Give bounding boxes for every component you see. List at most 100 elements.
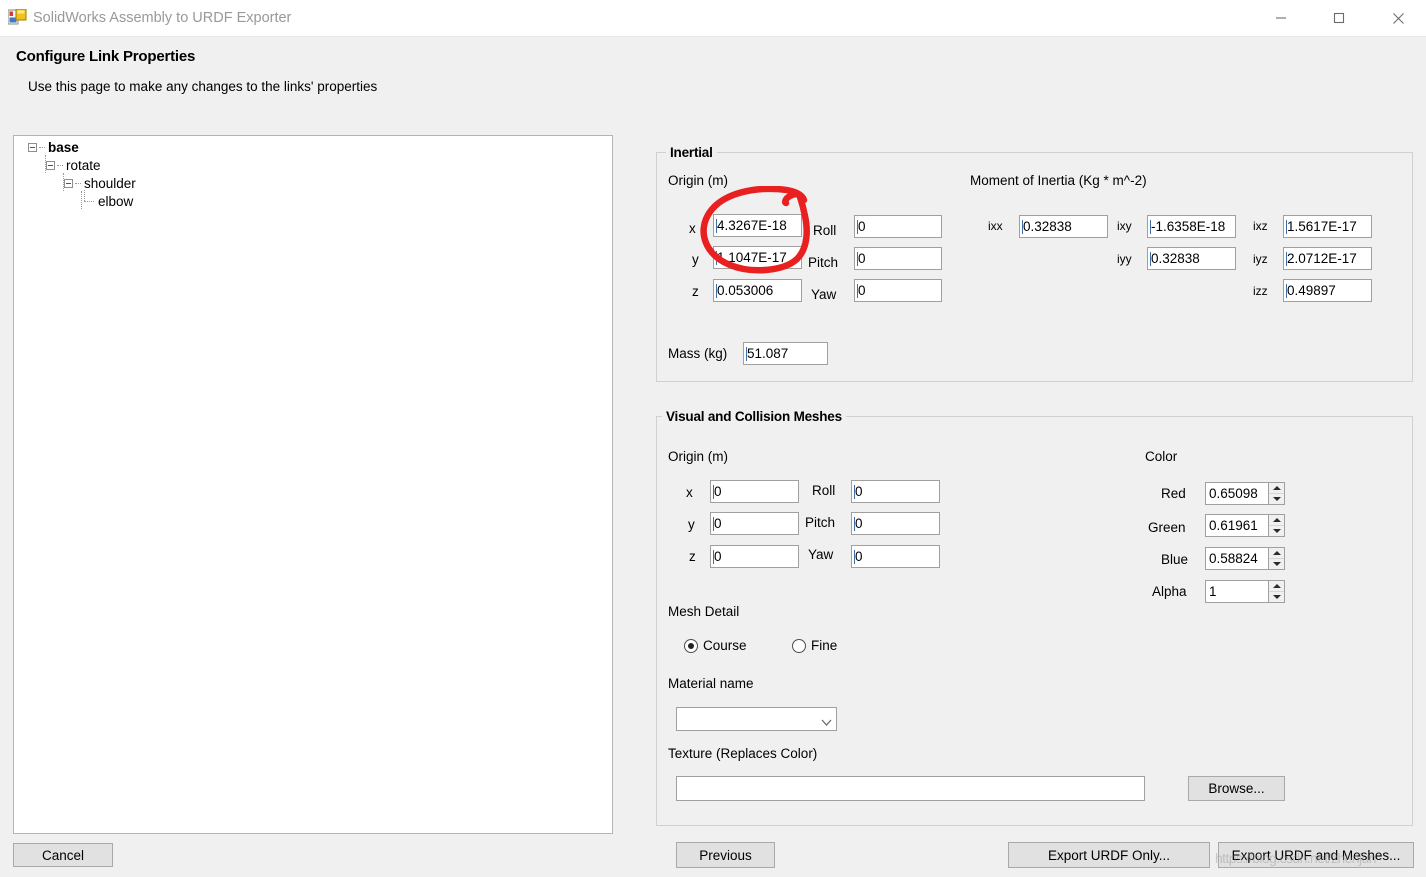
- inertial-z-label: z: [692, 284, 699, 299]
- ixz-label: ixz: [1253, 219, 1268, 233]
- tree-item-rotate[interactable]: rotate: [46, 156, 101, 174]
- window-titlebar: SolidWorks Assembly to URDF Exporter: [0, 0, 1426, 37]
- inertial-pitch-input[interactable]: 0: [854, 247, 942, 270]
- radio-course-icon[interactable]: [684, 639, 698, 653]
- previous-button[interactable]: Previous: [676, 842, 775, 868]
- page-title: Configure Link Properties: [16, 48, 195, 65]
- inertial-y-input[interactable]: 1.1047E-17: [713, 246, 802, 269]
- tree-item-label: elbow: [97, 194, 133, 209]
- export-urdf-and-meshes-button[interactable]: Export URDF and Meshes...: [1218, 842, 1414, 868]
- mesh-y-input[interactable]: 0: [710, 512, 799, 535]
- export-urdf-only-button[interactable]: Export URDF Only...: [1008, 842, 1210, 868]
- collapse-toggle-icon[interactable]: [46, 161, 55, 170]
- alpha-spinner-down[interactable]: [1269, 592, 1284, 603]
- meshes-groupbox: [656, 416, 1413, 826]
- material-name-combobox[interactable]: [676, 707, 837, 731]
- alpha-spinner[interactable]: 1: [1205, 580, 1285, 603]
- texture-path-input[interactable]: [676, 776, 1145, 801]
- texture-label: Texture (Replaces Color): [668, 746, 817, 761]
- window-title: SolidWorks Assembly to URDF Exporter: [33, 10, 291, 26]
- cancel-button[interactable]: Cancel: [13, 843, 113, 867]
- red-label: Red: [1161, 486, 1186, 501]
- inertial-pitch-label: Pitch: [808, 255, 838, 270]
- blue-spinner[interactable]: 0.58824: [1205, 547, 1285, 570]
- green-spinner[interactable]: 0.61961: [1205, 514, 1285, 537]
- mesh-z-input[interactable]: 0: [710, 545, 799, 568]
- inertial-roll-input[interactable]: 0: [854, 215, 942, 238]
- izz-label: izz: [1253, 284, 1268, 298]
- mesh-yaw-label: Yaw: [808, 547, 833, 562]
- page-subtitle: Use this page to make any changes to the…: [28, 79, 377, 94]
- radio-course-label: Course: [703, 638, 747, 653]
- iyz-label: iyz: [1253, 252, 1268, 266]
- app-form-icon: [8, 9, 27, 27]
- tree-item-elbow[interactable]: elbow: [82, 192, 133, 210]
- link-tree-panel[interactable]: base rotate shoulder elbow: [13, 135, 613, 834]
- minimize-icon[interactable]: [1258, 0, 1304, 36]
- inertial-z-input[interactable]: 0.053006: [713, 279, 802, 302]
- ixz-input[interactable]: 1.5617E-17: [1283, 215, 1372, 238]
- ixy-input[interactable]: -1.6358E-18: [1147, 215, 1236, 238]
- radio-fine-icon[interactable]: [792, 639, 806, 653]
- mesh-x-label: x: [686, 485, 693, 500]
- mesh-origin-label: Origin (m): [668, 449, 728, 464]
- chevron-down-icon: [821, 715, 830, 724]
- tree-dash: [39, 147, 45, 148]
- tree-item-label: shoulder: [83, 176, 136, 191]
- tree-item-shoulder[interactable]: shoulder: [64, 174, 136, 192]
- tree-leaf-connector: [82, 196, 97, 206]
- radio-fine-label: Fine: [811, 638, 837, 653]
- mesh-roll-input[interactable]: 0: [851, 480, 940, 503]
- mesh-y-label: y: [688, 517, 695, 532]
- maximize-icon[interactable]: [1316, 0, 1362, 36]
- iyy-label: iyy: [1117, 252, 1132, 266]
- tree-item-label: rotate: [65, 158, 101, 173]
- ixx-label: ixx: [988, 219, 1003, 233]
- browse-button[interactable]: Browse...: [1188, 776, 1285, 801]
- tree-item-base[interactable]: base: [28, 138, 79, 156]
- blue-spinner-up[interactable]: [1269, 548, 1284, 559]
- ixx-input[interactable]: 0.32838: [1019, 215, 1108, 238]
- alpha-label: Alpha: [1152, 584, 1187, 599]
- green-spinner-down[interactable]: [1269, 526, 1284, 537]
- radio-fine[interactable]: Fine: [792, 638, 837, 653]
- red-spinner[interactable]: 0.65098: [1205, 482, 1285, 505]
- inertial-yaw-input[interactable]: 0: [854, 279, 942, 302]
- mesh-detail-label: Mesh Detail: [668, 604, 739, 619]
- mesh-x-input[interactable]: 0: [710, 480, 799, 503]
- ixy-label: ixy: [1117, 219, 1132, 233]
- color-label: Color: [1145, 449, 1177, 464]
- inertial-x-label: x: [689, 221, 696, 236]
- tree-item-label: base: [47, 140, 79, 155]
- mass-label: Mass (kg): [668, 346, 727, 361]
- close-icon[interactable]: [1375, 0, 1421, 36]
- mesh-pitch-input[interactable]: 0: [851, 512, 940, 535]
- inertial-roll-label: Roll: [813, 223, 836, 238]
- green-spinner-up[interactable]: [1269, 515, 1284, 526]
- collapse-toggle-icon[interactable]: [64, 179, 73, 188]
- iyz-input[interactable]: 2.0712E-17: [1283, 247, 1372, 270]
- blue-spinner-down[interactable]: [1269, 559, 1284, 570]
- blue-label: Blue: [1161, 552, 1188, 567]
- alpha-spinner-up[interactable]: [1269, 581, 1284, 592]
- moment-of-inertia-label: Moment of Inertia (Kg * m^-2): [970, 173, 1147, 188]
- iyy-input[interactable]: 0.32838: [1147, 247, 1236, 270]
- mesh-yaw-input[interactable]: 0: [851, 545, 940, 568]
- mesh-pitch-label: Pitch: [805, 515, 835, 530]
- red-spinner-down[interactable]: [1269, 494, 1284, 505]
- green-label: Green: [1148, 520, 1186, 535]
- inertial-x-input[interactable]: 4.3267E-18: [713, 214, 802, 237]
- inertial-group-label: Inertial: [666, 145, 717, 160]
- mesh-z-label: z: [689, 549, 696, 564]
- mass-input[interactable]: 51.087: [743, 342, 828, 365]
- tree-dash: [75, 183, 81, 184]
- material-name-label: Material name: [668, 676, 754, 691]
- mesh-roll-label: Roll: [812, 483, 835, 498]
- tree-dash: [57, 165, 63, 166]
- radio-course[interactable]: Course: [684, 638, 747, 653]
- izz-input[interactable]: 0.49897: [1283, 279, 1372, 302]
- red-spinner-up[interactable]: [1269, 483, 1284, 494]
- inertial-origin-label: Origin (m): [668, 173, 728, 188]
- inertial-yaw-label: Yaw: [811, 287, 836, 302]
- collapse-toggle-icon[interactable]: [28, 143, 37, 152]
